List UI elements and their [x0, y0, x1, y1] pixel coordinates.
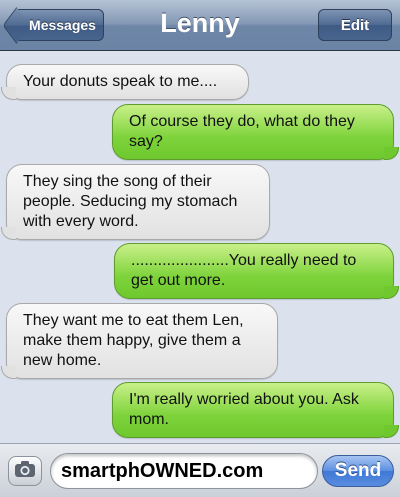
send-button[interactable]: Send [322, 455, 394, 487]
incoming-message-bubble: They sing the song of their people. Sedu… [1, 164, 270, 240]
edit-button[interactable]: Edit [318, 9, 392, 41]
outgoing-message-bubble: Of course they do, what do they say? [112, 104, 399, 160]
outgoing-message-bubble: ......................You really need to… [114, 243, 399, 299]
compose-bar: smartphOWNED.com Send [0, 443, 400, 497]
message-input[interactable]: smartphOWNED.com [50, 453, 318, 489]
message-thread: Your donuts speak to me.... Of course th… [0, 51, 400, 443]
outgoing-message-bubble: I'm really worried about you. Ask mom. [112, 382, 399, 438]
incoming-message-bubble: Your donuts speak to me.... [1, 64, 249, 100]
incoming-message-bubble: They want me to eat them Len, make them … [1, 303, 278, 379]
camera-button[interactable] [8, 456, 42, 486]
navigation-bar: Messages Lenny Edit [0, 0, 400, 51]
camera-icon [14, 460, 36, 483]
